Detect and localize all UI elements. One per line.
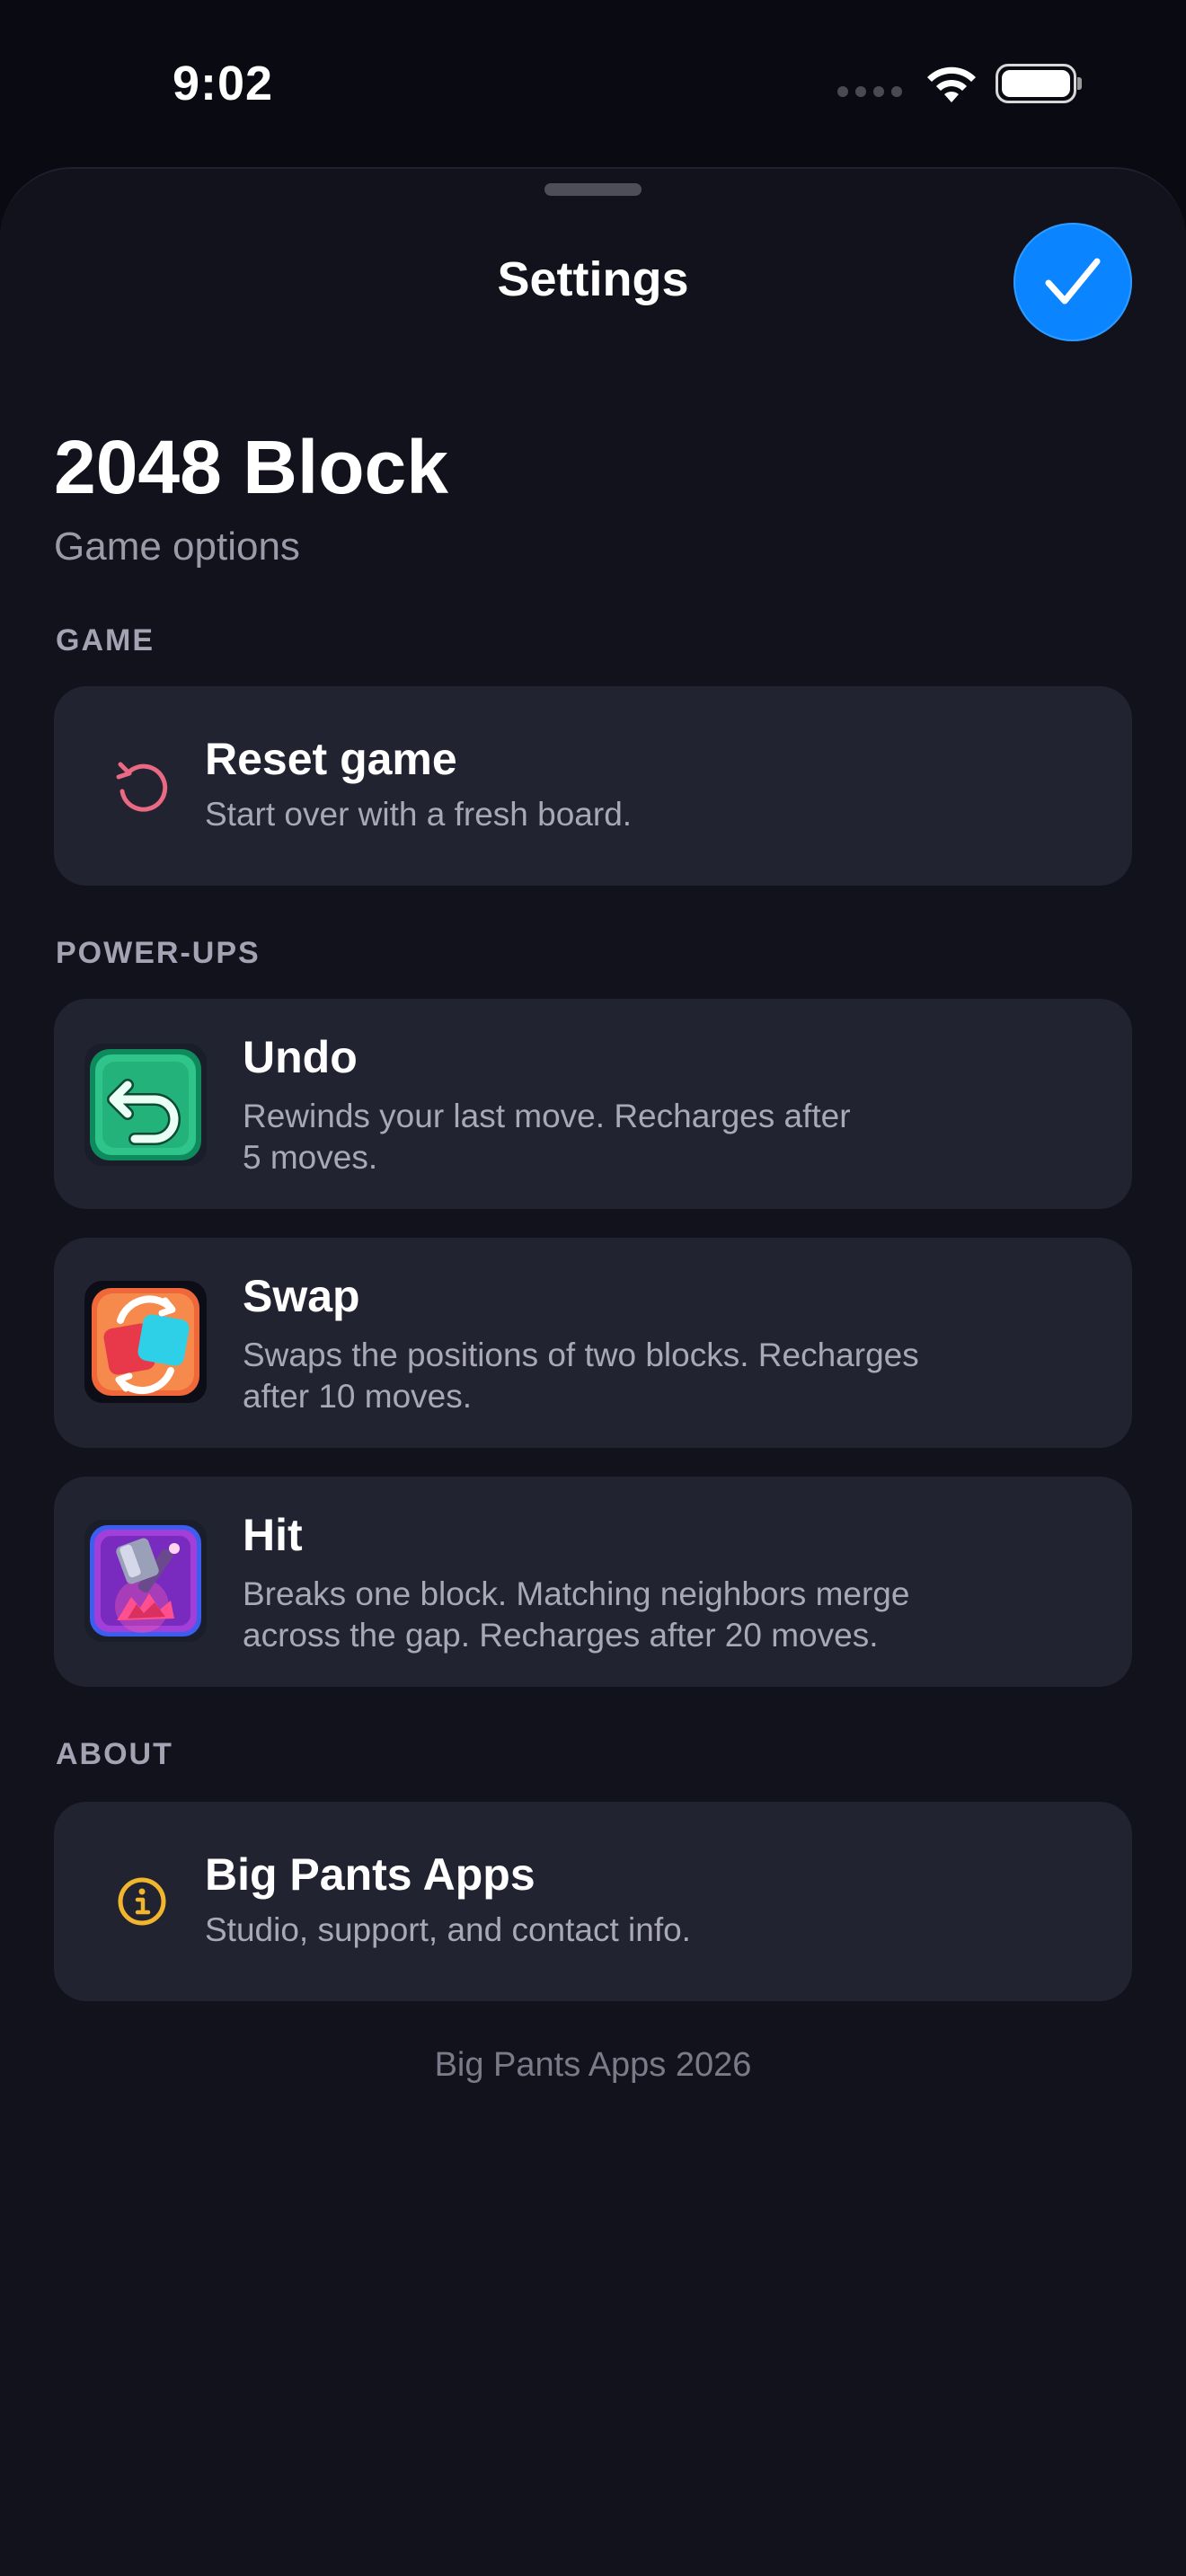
swap-description-line2: after 10 moves. xyxy=(243,1378,473,1415)
app-subtitle: Game options xyxy=(54,525,300,569)
hit-description-line1: Breaks one block. Matching neighbors mer… xyxy=(243,1575,910,1612)
sheet-title: Settings xyxy=(497,252,689,306)
section-header-about: ABOUT xyxy=(56,1737,173,1771)
undo-description-line1: Rewinds your last move. Recharges after xyxy=(243,1098,851,1134)
about-studio-title: Big Pants Apps xyxy=(205,1849,535,1900)
hit-title: Hit xyxy=(243,1510,303,1560)
cellular-signal-icon xyxy=(837,86,902,97)
undo-description-line2: 5 moves. xyxy=(243,1139,378,1176)
undo-title: Undo xyxy=(243,1032,358,1082)
footer-copyright: Big Pants Apps 2026 xyxy=(434,2046,752,2084)
swap-powerup-icon xyxy=(84,1281,207,1403)
about-studio-row[interactable]: Big Pants Apps Studio, support, and cont… xyxy=(54,1802,1132,2001)
section-header-powerups: POWER-UPS xyxy=(56,936,261,970)
done-button[interactable] xyxy=(1013,223,1132,341)
section-header-game: GAME xyxy=(56,623,155,657)
sheet-grabber[interactable] xyxy=(544,183,642,196)
swap-description-line1: Swaps the positions of two blocks. Recha… xyxy=(243,1337,919,1373)
status-icons xyxy=(837,63,1082,104)
hit-description: Breaks one block. Matching neighbors mer… xyxy=(243,1574,909,1656)
status-time: 9:02 xyxy=(173,57,274,110)
reset-game-row[interactable]: Reset game Start over with a fresh board… xyxy=(54,686,1132,886)
reset-game-title: Reset game xyxy=(205,734,457,784)
wifi-icon xyxy=(927,66,976,102)
swap-description: Swaps the positions of two blocks. Recha… xyxy=(243,1335,919,1417)
settings-sheet: Settings 2048 Block Game options GAME Re… xyxy=(0,167,1186,2576)
powerup-row-swap[interactable]: Swap Swaps the positions of two blocks. … xyxy=(54,1238,1132,1448)
hammer-powerup-icon xyxy=(84,1520,207,1642)
app-title: 2048 Block xyxy=(54,425,448,509)
swap-title: Swap xyxy=(243,1271,360,1321)
reset-game-description: Start over with a fresh board. xyxy=(205,796,633,833)
powerup-row-hit[interactable]: Hit Breaks one block. Matching neighbors… xyxy=(54,1477,1132,1687)
powerup-row-undo[interactable]: Undo Rewinds your last move. Recharges a… xyxy=(54,999,1132,1209)
battery-icon xyxy=(996,64,1082,103)
status-bar: 9:02 xyxy=(0,0,1186,167)
reset-icon xyxy=(116,762,168,812)
undo-description: Rewinds your last move. Recharges after … xyxy=(243,1096,851,1178)
hit-description-line2: across the gap. Recharges after 20 moves… xyxy=(243,1617,879,1654)
undo-powerup-icon xyxy=(84,1044,207,1166)
about-studio-description: Studio, support, and contact info. xyxy=(205,1911,691,1948)
info-icon xyxy=(118,1877,166,1926)
checkmark-icon xyxy=(1045,258,1101,304)
